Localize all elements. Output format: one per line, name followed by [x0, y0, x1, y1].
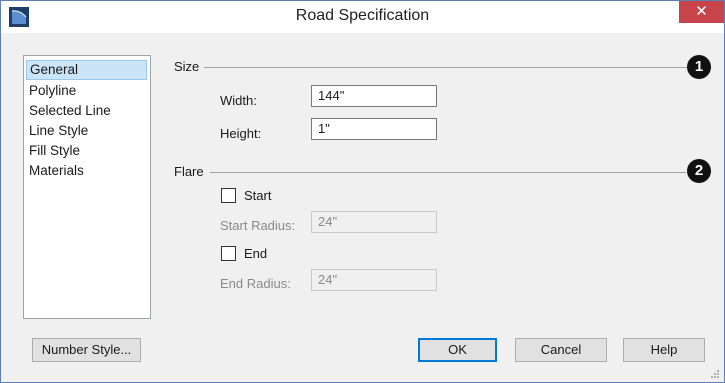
end-checkbox[interactable] — [221, 246, 236, 261]
end-checkbox-label[interactable]: End — [244, 246, 267, 261]
size-group-divider — [204, 67, 687, 68]
flare-callout-badge: 2 — [687, 159, 711, 183]
start-radius-field[interactable]: 24" — [311, 211, 437, 233]
start-checkbox-label[interactable]: Start — [244, 188, 271, 203]
end-radius-field[interactable]: 24" — [311, 269, 437, 291]
nav-item-fill-style[interactable]: Fill Style — [26, 141, 145, 161]
nav-item-polyline[interactable]: Polyline — [26, 81, 145, 101]
height-field[interactable]: 1" — [311, 118, 437, 140]
flare-group-label: Flare — [174, 164, 204, 179]
ok-button[interactable]: OK — [418, 338, 497, 362]
number-style-button[interactable]: Number Style... — [32, 338, 141, 362]
width-label: Width: — [220, 93, 257, 108]
category-list[interactable]: General Polyline Selected Line Line Styl… — [23, 55, 151, 319]
nav-item-materials[interactable]: Materials — [26, 161, 145, 181]
cancel-button[interactable]: Cancel — [515, 338, 607, 362]
size-callout-badge: 1 — [687, 55, 711, 79]
nav-item-selected-line[interactable]: Selected Line — [26, 101, 145, 121]
close-button[interactable]: ✕ — [679, 1, 724, 23]
start-radius-label: Start Radius: — [220, 218, 296, 233]
nav-item-line-style[interactable]: Line Style — [26, 121, 145, 141]
help-button[interactable]: Help — [623, 338, 705, 362]
close-icon: ✕ — [695, 3, 708, 20]
start-checkbox[interactable] — [221, 188, 236, 203]
size-group-label: Size — [174, 59, 200, 74]
nav-item-general[interactable]: General — [26, 60, 147, 80]
height-label: Height: — [220, 126, 262, 141]
flare-group-divider — [210, 172, 686, 173]
title-bar[interactable]: Road Specification ✕ — [1, 1, 724, 33]
width-field[interactable]: 144" — [311, 85, 437, 107]
road-specification-dialog: Road Specification ✕ General Polyline Se… — [0, 0, 725, 383]
resize-grip-icon[interactable] — [710, 369, 720, 379]
end-radius-label: End Radius: — [220, 276, 291, 291]
dialog-title: Road Specification — [295, 7, 430, 24]
